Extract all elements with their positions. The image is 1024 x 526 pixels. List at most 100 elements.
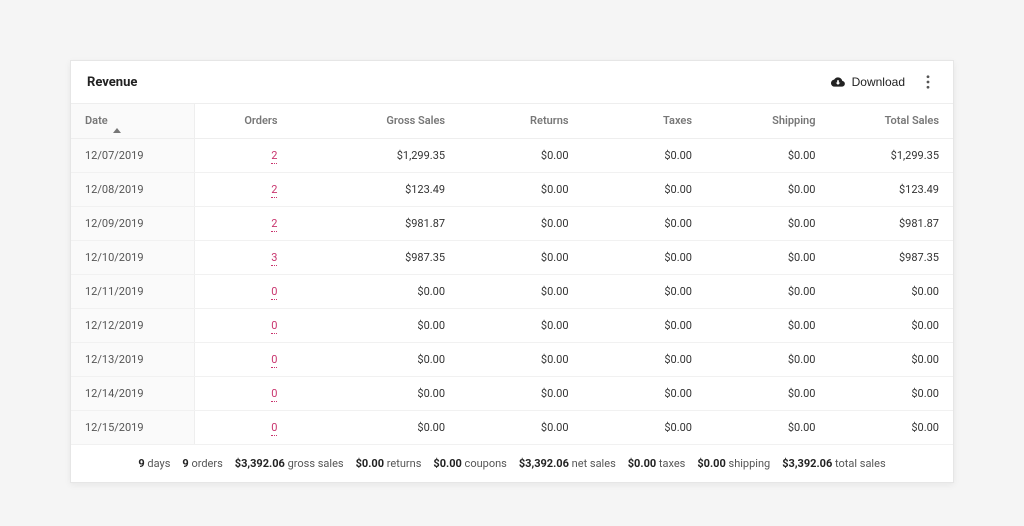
card-header: Revenue Download <box>71 61 953 104</box>
summary-item: $3,392.06 total sales <box>782 457 885 470</box>
cell-gross-sales: $0.00 <box>291 274 459 308</box>
cell-shipping: $0.00 <box>706 206 829 240</box>
column-header-shipping[interactable]: Shipping <box>706 104 829 138</box>
cell-total-sales: $0.00 <box>829 342 953 376</box>
summary-item: 9 days <box>138 457 170 470</box>
cell-shipping: $0.00 <box>706 376 829 410</box>
column-header-returns[interactable]: Returns <box>459 104 582 138</box>
summary-item: $0.00 returns <box>356 457 422 470</box>
table-row: 12/09/20192$981.87$0.00$0.00$0.00$981.87 <box>71 206 953 240</box>
table-row: 12/15/20190$0.00$0.00$0.00$0.00$0.00 <box>71 410 953 444</box>
more-options-button[interactable] <box>919 73 937 91</box>
cell-returns: $0.00 <box>459 240 582 274</box>
table-row: 12/08/20192$123.49$0.00$0.00$0.00$123.49 <box>71 172 953 206</box>
cell-returns: $0.00 <box>459 308 582 342</box>
cell-date: 12/11/2019 <box>71 274 194 308</box>
cell-taxes: $0.00 <box>583 376 706 410</box>
column-header-orders[interactable]: Orders <box>194 104 291 138</box>
more-vertical-icon <box>926 75 930 89</box>
cell-taxes: $0.00 <box>583 240 706 274</box>
column-header-total-sales[interactable]: Total Sales <box>829 104 953 138</box>
column-header-date[interactable]: Date <box>71 104 194 138</box>
cell-taxes: $0.00 <box>583 308 706 342</box>
orders-link[interactable]: 0 <box>271 319 277 334</box>
summary-item: $0.00 taxes <box>628 457 686 470</box>
orders-link[interactable]: 0 <box>271 387 277 402</box>
cell-orders: 0 <box>194 376 291 410</box>
download-button[interactable]: Download <box>830 75 905 89</box>
cell-gross-sales: $0.00 <box>291 410 459 444</box>
cell-total-sales: $0.00 <box>829 376 953 410</box>
table-row: 12/07/20192$1,299.35$0.00$0.00$0.00$1,29… <box>71 138 953 172</box>
download-label: Download <box>852 75 905 89</box>
column-header-gross-sales[interactable]: Gross Sales <box>291 104 459 138</box>
summary-row: 9 days9 orders$3,392.06 gross sales$0.00… <box>71 444 953 482</box>
cell-gross-sales: $0.00 <box>291 342 459 376</box>
cell-shipping: $0.00 <box>706 138 829 172</box>
table-header-row: Date Orders Gross Sales Returns Taxes Sh… <box>71 104 953 138</box>
cell-date: 12/15/2019 <box>71 410 194 444</box>
orders-link[interactable]: 0 <box>271 421 277 436</box>
cell-shipping: $0.00 <box>706 308 829 342</box>
cell-total-sales: $0.00 <box>829 274 953 308</box>
cell-total-sales: $0.00 <box>829 308 953 342</box>
cell-date: 12/08/2019 <box>71 172 194 206</box>
cell-date: 12/10/2019 <box>71 240 194 274</box>
cell-gross-sales: $981.87 <box>291 206 459 240</box>
cell-total-sales: $981.87 <box>829 206 953 240</box>
orders-link[interactable]: 2 <box>271 217 277 232</box>
summary-item: $0.00 shipping <box>697 457 770 470</box>
cell-date: 12/09/2019 <box>71 206 194 240</box>
header-actions: Download <box>830 73 937 91</box>
cell-returns: $0.00 <box>459 172 582 206</box>
cell-orders: 0 <box>194 274 291 308</box>
cell-gross-sales: $0.00 <box>291 308 459 342</box>
table-row: 12/10/20193$987.35$0.00$0.00$0.00$987.35 <box>71 240 953 274</box>
orders-link[interactable]: 0 <box>271 285 277 300</box>
summary-item: $3,392.06 gross sales <box>235 457 344 470</box>
cell-date: 12/12/2019 <box>71 308 194 342</box>
orders-link[interactable]: 2 <box>271 149 277 164</box>
summary-item: $3,392.06 net sales <box>519 457 616 470</box>
cell-orders: 0 <box>194 308 291 342</box>
cell-date: 12/13/2019 <box>71 342 194 376</box>
cell-shipping: $0.00 <box>706 410 829 444</box>
cell-shipping: $0.00 <box>706 240 829 274</box>
cell-orders: 3 <box>194 240 291 274</box>
cell-orders: 2 <box>194 172 291 206</box>
orders-link[interactable]: 0 <box>271 353 277 368</box>
revenue-table: Date Orders Gross Sales Returns Taxes Sh… <box>71 104 953 482</box>
cell-total-sales: $0.00 <box>829 410 953 444</box>
cell-shipping: $0.00 <box>706 274 829 308</box>
summary-item: $0.00 coupons <box>433 457 506 470</box>
cell-orders: 2 <box>194 138 291 172</box>
cell-returns: $0.00 <box>459 376 582 410</box>
table-row: 12/13/20190$0.00$0.00$0.00$0.00$0.00 <box>71 342 953 376</box>
revenue-card: Revenue Download <box>70 60 954 483</box>
cloud-download-icon <box>830 75 846 89</box>
cell-returns: $0.00 <box>459 342 582 376</box>
table-row: 12/11/20190$0.00$0.00$0.00$0.00$0.00 <box>71 274 953 308</box>
orders-link[interactable]: 3 <box>271 251 277 266</box>
table-row: 12/12/20190$0.00$0.00$0.00$0.00$0.00 <box>71 308 953 342</box>
cell-total-sales: $123.49 <box>829 172 953 206</box>
cell-taxes: $0.00 <box>583 206 706 240</box>
cell-gross-sales: $123.49 <box>291 172 459 206</box>
cell-shipping: $0.00 <box>706 172 829 206</box>
cell-orders: 0 <box>194 410 291 444</box>
card-title: Revenue <box>87 75 137 90</box>
cell-taxes: $0.00 <box>583 410 706 444</box>
cell-gross-sales: $0.00 <box>291 376 459 410</box>
cell-gross-sales: $987.35 <box>291 240 459 274</box>
cell-taxes: $0.00 <box>583 274 706 308</box>
column-header-label: Date <box>85 114 108 127</box>
cell-returns: $0.00 <box>459 138 582 172</box>
column-header-taxes[interactable]: Taxes <box>583 104 706 138</box>
cell-total-sales: $1,299.35 <box>829 138 953 172</box>
cell-returns: $0.00 <box>459 410 582 444</box>
cell-taxes: $0.00 <box>583 172 706 206</box>
cell-orders: 0 <box>194 342 291 376</box>
orders-link[interactable]: 2 <box>271 183 277 198</box>
table-row: 12/14/20190$0.00$0.00$0.00$0.00$0.00 <box>71 376 953 410</box>
cell-returns: $0.00 <box>459 206 582 240</box>
